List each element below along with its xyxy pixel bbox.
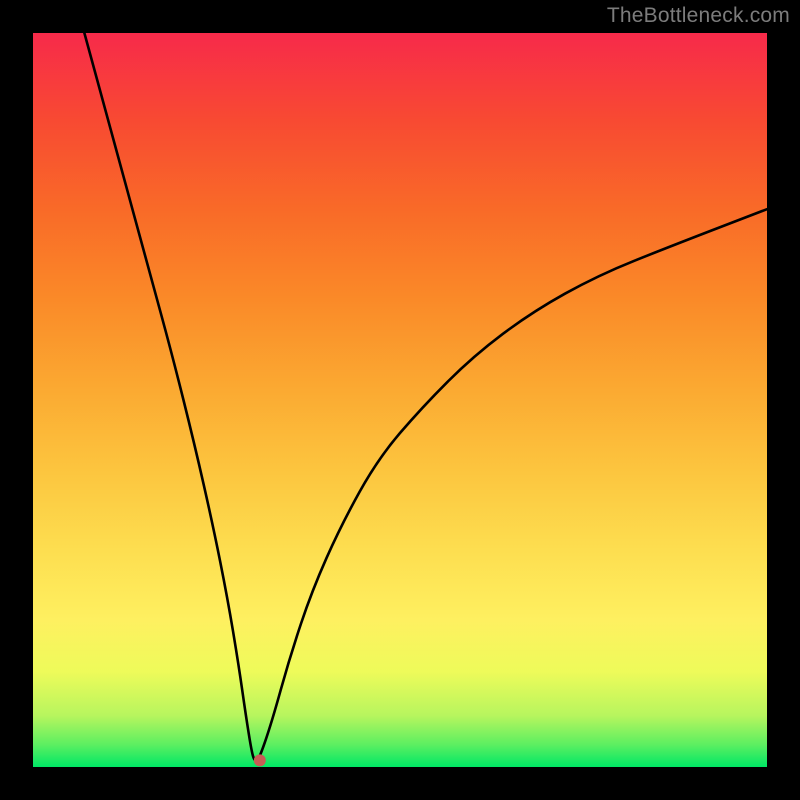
bottleneck-curve	[33, 33, 767, 767]
chart-frame: TheBottleneck.com	[0, 0, 800, 800]
plot-area	[33, 33, 767, 767]
watermark-text: TheBottleneck.com	[607, 4, 790, 28]
